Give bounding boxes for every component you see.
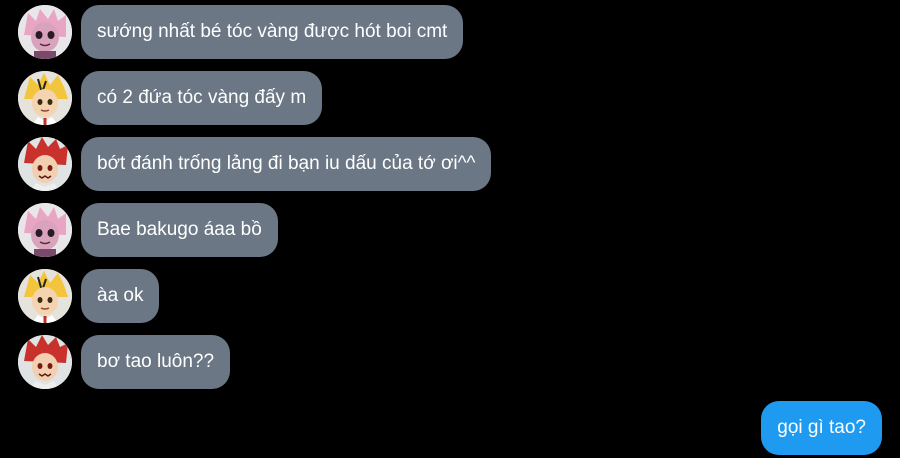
message-row: có 2 đứa tóc vàng đấy m (18, 71, 323, 125)
message-bubble[interactable]: Bae bakugo áaa bồ (81, 203, 278, 257)
message-row: bơ tao luôn?? (18, 335, 231, 389)
red-hair-avatar[interactable] (18, 335, 72, 389)
message-row: bớt đánh trống lảng đi bạn iu dấu của tớ… (18, 137, 492, 191)
message-bubble[interactable]: àa ok (81, 269, 160, 323)
yellow-hair-avatar[interactable] (18, 71, 72, 125)
message-row: sướng nhất bé tóc vàng được hót boi cmt (18, 5, 464, 59)
message-bubble[interactable]: sướng nhất bé tóc vàng được hót boi cmt (81, 5, 464, 59)
my-message-bubble[interactable]: gọi gì tao? (761, 401, 882, 455)
pink-hair-avatar[interactable] (18, 203, 72, 257)
yellow-hair-avatar[interactable] (18, 269, 72, 323)
message-bubble[interactable]: có 2 đứa tóc vàng đấy m (81, 71, 323, 125)
message-row: àa ok (18, 269, 160, 323)
message-bubble[interactable]: bơ tao luôn?? (81, 335, 231, 389)
red-hair-avatar[interactable] (18, 137, 72, 191)
message-row: Bae bakugo áaa bồ (18, 203, 278, 257)
pink-hair-avatar[interactable] (18, 5, 72, 59)
message-bubble[interactable]: bớt đánh trống lảng đi bạn iu dấu của tớ… (81, 137, 492, 191)
